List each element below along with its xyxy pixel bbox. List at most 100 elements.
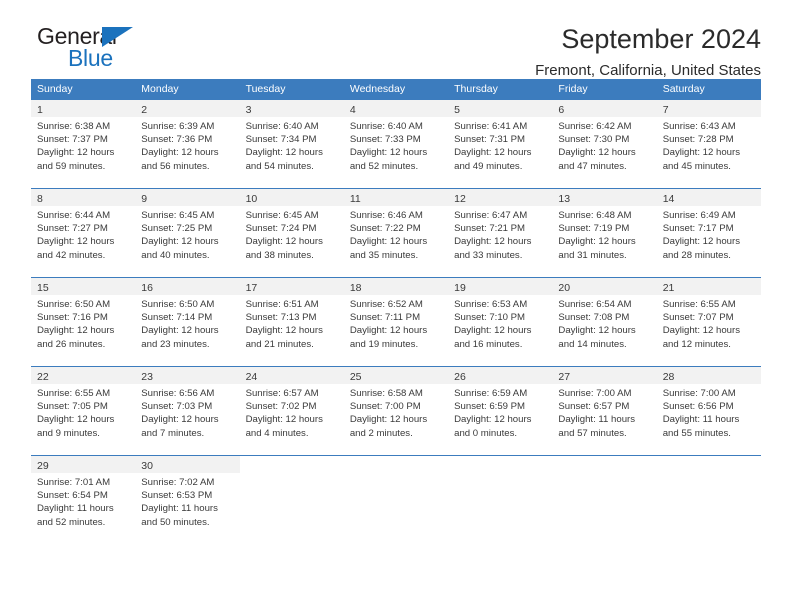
daylight-duration-line1: Daylight: 12 hours — [141, 236, 219, 248]
calendar-day-cell[interactable]: 15 Sunrise: 6:50 AM Sunset: 7:16 PM Dayligh… — [31, 278, 136, 366]
sunset-time: Sunset: 7:14 PM — [141, 312, 213, 324]
sunset-time: Sunset: 7:28 PM — [662, 134, 734, 146]
calendar-day-cell[interactable]: 25 Sunrise: 6:58 AM Sunset: 7:00 PM Dayligh… — [343, 367, 449, 455]
calendar-day-cell[interactable]: 1 Sunrise: 6:38 AM Sunset: 7:37 PM Daylight… — [31, 100, 136, 188]
daylight-duration-line1: Daylight: 11 hours — [662, 414, 740, 426]
day-details: Sunrise: 7:00 AM Sunset: 6:57 PM Daylight:… — [552, 384, 656, 440]
daylight-duration-line2: and 4 minutes. — [245, 427, 309, 439]
day-details: Sunrise: 6:59 AM Sunset: 6:59 PM Daylight:… — [448, 384, 552, 440]
day-number: 29 — [37, 460, 49, 472]
day-number: 21 — [662, 282, 675, 294]
daylight-duration-line1: Daylight: 12 hours — [662, 325, 741, 337]
calendar-day-cell[interactable]: 14 Sunrise: 6:49 AM Sunset: 7:17 PM Dayligh… — [656, 189, 761, 277]
daylight-duration-line2: and 59 minutes. — [37, 160, 106, 172]
calendar-day-cell[interactable]: 11 Sunrise: 6:46 AM Sunset: 7:22 PM Dayligh… — [343, 189, 449, 277]
sunset-time: Sunset: 7:19 PM — [558, 223, 630, 235]
day-details: Sunrise: 6:45 AM Sunset: 7:24 PM Daylight:… — [240, 206, 344, 262]
sunset-time: Sunset: 7:17 PM — [662, 223, 734, 235]
day-number: 12 — [454, 193, 466, 205]
daylight-duration-line1: Daylight: 12 hours — [245, 325, 323, 337]
sunrise-time: Sunrise: 6:45 AM — [141, 210, 215, 221]
sunrise-time: Sunrise: 6:50 AM — [37, 299, 111, 310]
calendar-day-cell[interactable]: 27 Sunrise: 7:00 AM Sunset: 6:57 PM Dayligh… — [552, 367, 657, 455]
sunrise-time: Sunrise: 6:59 AM — [454, 388, 528, 399]
daylight-duration-line1: Daylight: 12 hours — [141, 414, 219, 426]
day-number-bar: 30 — [135, 456, 240, 473]
sunrise-time: Sunrise: 6:51 AM — [245, 299, 319, 310]
sunrise-time: Sunrise: 6:47 AM — [454, 210, 528, 221]
day-number-bar: 8 — [31, 189, 136, 206]
daylight-duration-line2: and 26 minutes. — [37, 338, 106, 350]
day-number: 4 — [349, 104, 356, 116]
daylight-duration-line1: Daylight: 12 hours — [558, 325, 636, 337]
day-number-bar: 11 — [343, 189, 449, 206]
calendar-day-cell[interactable]: 4 Sunrise: 6:40 AM Sunset: 7:33 PM Daylight… — [343, 100, 449, 188]
calendar-day-cell[interactable]: 22 Sunrise: 6:55 AM Sunset: 7:05 PM Dayligh… — [31, 367, 136, 455]
sunrise-time: Sunrise: 6:40 AM — [349, 121, 423, 132]
daylight-duration-line1: Daylight: 12 hours — [245, 236, 323, 248]
calendar-day-cell[interactable]: 9 Sunrise: 6:45 AM Sunset: 7:25 PM Daylight… — [135, 189, 240, 277]
calendar-day-cell[interactable]: 12 Sunrise: 6:47 AM Sunset: 7:21 PM Dayligh… — [448, 189, 553, 277]
sunrise-time: Sunrise: 6:54 AM — [558, 299, 632, 310]
calendar-day-cell[interactable]: 21 Sunrise: 6:55 AM Sunset: 7:07 PM Dayligh… — [656, 278, 761, 366]
day-number-bar: 12 — [448, 189, 553, 206]
calendar-day-cell[interactable]: 5 Sunrise: 6:41 AM Sunset: 7:31 PM Daylight… — [448, 100, 553, 188]
calendar-day-cell[interactable]: 29 Sunrise: 7:01 AM Sunset: 6:54 PM Dayligh… — [31, 456, 136, 544]
sunset-time: Sunset: 7:31 PM — [454, 134, 526, 146]
day-number: 7 — [662, 104, 669, 116]
daylight-duration-line1: Daylight: 12 hours — [349, 414, 428, 426]
calendar-day-cell[interactable]: 19 Sunrise: 6:53 AM Sunset: 7:10 PM Dayligh… — [448, 278, 553, 366]
day-number: 14 — [662, 193, 675, 205]
sunset-time: Sunset: 7:27 PM — [37, 223, 108, 235]
calendar-weeks: 1 Sunrise: 6:38 AM Sunset: 7:37 PM Daylight… — [31, 100, 761, 544]
sunrise-time: Sunrise: 6:55 AM — [37, 388, 111, 399]
calendar-day-cell[interactable]: 18 Sunrise: 6:52 AM Sunset: 7:11 PM Dayligh… — [343, 278, 449, 366]
calendar-day-cell[interactable]: 24 Sunrise: 6:57 AM Sunset: 7:02 PM Dayligh… — [239, 367, 344, 455]
calendar-day-cell[interactable]: 23 Sunrise: 6:56 AM Sunset: 7:03 PM Dayligh… — [135, 367, 240, 455]
calendar-day-cell[interactable]: 26 Sunrise: 6:59 AM Sunset: 6:59 PM Dayligh… — [448, 367, 553, 455]
day-details: Sunrise: 7:02 AM Sunset: 6:53 PM Daylight:… — [135, 473, 239, 529]
day-details: Sunrise: 7:01 AM Sunset: 6:54 PM Daylight:… — [31, 473, 135, 529]
calendar-day-cell[interactable]: 2 Sunrise: 6:39 AM Sunset: 7:36 PM Daylight… — [135, 100, 240, 188]
daylight-duration-line1: Daylight: 12 hours — [454, 325, 532, 337]
calendar-day-cell[interactable]: 16 Sunrise: 6:50 AM Sunset: 7:14 PM Dayligh… — [135, 278, 240, 366]
day-number: 8 — [37, 193, 43, 205]
sunrise-time: Sunrise: 6:58 AM — [349, 388, 423, 399]
daylight-duration-line2: and 14 minutes. — [558, 338, 627, 350]
day-number-bar: 20 — [552, 278, 657, 295]
sunset-time: Sunset: 7:03 PM — [141, 401, 213, 413]
calendar-day-cell[interactable]: 8 Sunrise: 6:44 AM Sunset: 7:27 PM Daylight… — [31, 189, 136, 277]
calendar-day-cell[interactable]: 10 Sunrise: 6:45 AM Sunset: 7:24 PM Dayligh… — [239, 189, 344, 277]
page-header: General Blue September 2024 Fremont, Cal… — [31, 0, 761, 79]
sunset-time: Sunset: 7:11 PM — [349, 312, 421, 324]
sunset-time: Sunset: 7:21 PM — [454, 223, 526, 235]
calendar-day-cell[interactable]: 28 Sunrise: 7:00 AM Sunset: 6:56 PM Dayligh… — [656, 367, 761, 455]
sunrise-time: Sunrise: 6:39 AM — [141, 121, 215, 132]
sunset-time: Sunset: 7:05 PM — [37, 401, 108, 413]
daylight-duration-line2: and 12 minutes. — [662, 338, 731, 350]
daylight-duration-line1: Daylight: 12 hours — [37, 325, 115, 337]
daylight-duration-line2: and 9 minutes. — [37, 427, 100, 439]
daylight-duration-line2: and 42 minutes. — [37, 249, 106, 261]
day-number: 1 — [37, 104, 43, 116]
daylight-duration-line1: Daylight: 12 hours — [662, 147, 741, 159]
daylight-duration-line1: Daylight: 12 hours — [141, 325, 219, 337]
calendar-day-cell[interactable]: 13 Sunrise: 6:48 AM Sunset: 7:19 PM Dayligh… — [552, 189, 657, 277]
sunset-time: Sunset: 7:13 PM — [245, 312, 317, 324]
sunset-time: Sunset: 7:07 PM — [662, 312, 734, 324]
weekday-wednesday: Wednesday — [349, 83, 406, 95]
day-details: Sunrise: 6:50 AM Sunset: 7:14 PM Daylight:… — [135, 295, 239, 351]
calendar-day-cell[interactable]: 17 Sunrise: 6:51 AM Sunset: 7:13 PM Dayligh… — [239, 278, 344, 366]
calendar-day-cell[interactable]: 7 Sunrise: 6:43 AM Sunset: 7:28 PM Daylight… — [656, 100, 761, 188]
calendar-day-cell[interactable]: 3 Sunrise: 6:40 AM Sunset: 7:34 PM Daylight… — [239, 100, 344, 188]
day-number-bar: 17 — [239, 278, 344, 295]
calendar-day-cell[interactable]: 6 Sunrise: 6:42 AM Sunset: 7:30 PM Daylight… — [552, 100, 657, 188]
generalblue-logo[interactable]: General Blue — [31, 22, 156, 71]
daylight-duration-line2: and 54 minutes. — [245, 160, 314, 172]
day-details: Sunrise: 6:51 AM Sunset: 7:13 PM Daylight:… — [240, 295, 344, 351]
calendar-day-cell[interactable]: 30 Sunrise: 7:02 AM Sunset: 6:53 PM Dayligh… — [135, 456, 240, 544]
daylight-duration-line2: and 7 minutes. — [141, 427, 205, 439]
day-details: Sunrise: 6:46 AM Sunset: 7:22 PM Daylight:… — [344, 206, 448, 262]
day-details: Sunrise: 6:39 AM Sunset: 7:36 PM Daylight:… — [135, 117, 239, 173]
calendar-day-cell[interactable]: 20 Sunrise: 6:54 AM Sunset: 7:08 PM Dayligh… — [552, 278, 657, 366]
